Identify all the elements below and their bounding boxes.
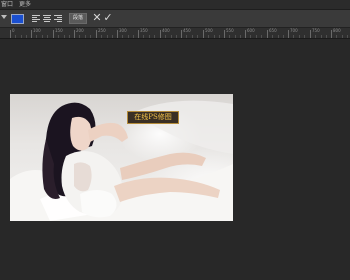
horizontal-ruler: 0 100 150 200 250 300 350 400 450 500 550 600 650 700… bbox=[0, 28, 350, 39]
ruler-major-tick bbox=[310, 30, 311, 38]
ruler-major-tick bbox=[181, 30, 182, 38]
ruler-minor-tick bbox=[128, 35, 129, 38]
ruler-major-tick bbox=[138, 30, 139, 38]
ruler-major-tick bbox=[117, 30, 118, 38]
ruler-major-tick bbox=[160, 30, 161, 38]
ruler-minor-tick bbox=[342, 35, 343, 38]
ruler-minor-tick bbox=[261, 35, 262, 38]
ruler-minor-tick bbox=[15, 35, 16, 38]
ruler-tick-label: 250 bbox=[98, 28, 106, 33]
ruler-minor-tick bbox=[299, 35, 300, 38]
ruler-major-tick bbox=[53, 30, 54, 38]
ruler-major-tick bbox=[267, 30, 268, 38]
ruler-tick-label: 300 bbox=[119, 28, 127, 33]
ruler-major-tick bbox=[10, 30, 11, 38]
ruler-minor-tick bbox=[21, 35, 22, 38]
ruler-minor-tick bbox=[326, 35, 327, 38]
ruler-minor-tick bbox=[107, 35, 108, 38]
menu-bar: 窗口 更多 bbox=[0, 0, 350, 10]
ruler-minor-tick bbox=[235, 35, 236, 38]
ruler-minor-tick bbox=[149, 35, 150, 38]
ruler-minor-tick bbox=[90, 35, 91, 38]
ruler-tick-label: 650 bbox=[269, 28, 277, 33]
align-center-icon[interactable] bbox=[43, 15, 51, 23]
ruler-minor-tick bbox=[208, 35, 209, 38]
ruler-minor-tick bbox=[304, 35, 305, 38]
ruler-minor-tick bbox=[58, 35, 59, 38]
ruler-tick-label: 350 bbox=[140, 28, 148, 33]
ruler-minor-tick bbox=[347, 35, 348, 38]
ruler-minor-tick bbox=[171, 35, 172, 38]
ruler-minor-tick bbox=[101, 35, 102, 38]
ruler-major-tick bbox=[96, 30, 97, 38]
ruler-minor-tick bbox=[133, 35, 134, 38]
paragraph-button[interactable]: 段落 bbox=[69, 13, 87, 24]
ruler-minor-tick bbox=[321, 35, 322, 38]
ruler-tick-label: 700 bbox=[290, 28, 298, 33]
ruler-minor-tick bbox=[192, 35, 193, 38]
ruler-tick-label: 0 bbox=[12, 28, 15, 33]
photo-image[interactable] bbox=[10, 94, 233, 221]
ruler-minor-tick bbox=[283, 35, 284, 38]
align-left-icon[interactable] bbox=[32, 15, 40, 23]
ruler-minor-tick bbox=[256, 35, 257, 38]
ruler-tick-label: 600 bbox=[247, 28, 255, 33]
text-color-swatch[interactable] bbox=[11, 14, 24, 24]
ruler-minor-tick bbox=[250, 35, 251, 38]
ruler-minor-tick bbox=[214, 35, 215, 38]
ruler-minor-tick bbox=[278, 35, 279, 38]
ruler-tick-label: 750 bbox=[312, 28, 320, 33]
ruler-minor-tick bbox=[112, 35, 113, 38]
ruler-minor-tick bbox=[85, 35, 86, 38]
ruler-tick-label: 400 bbox=[162, 28, 170, 33]
ruler-tick-label: 450 bbox=[183, 28, 191, 33]
ruler-minor-tick bbox=[229, 35, 230, 38]
ruler-minor-tick bbox=[293, 35, 294, 38]
ruler-tick-label: 150 bbox=[55, 28, 63, 33]
ruler-minor-tick bbox=[219, 35, 220, 38]
ruler-minor-tick bbox=[143, 35, 144, 38]
ruler-major-tick bbox=[203, 30, 204, 38]
ruler-major-tick bbox=[245, 30, 246, 38]
ruler-minor-tick bbox=[315, 35, 316, 38]
chevron-down-icon[interactable] bbox=[1, 15, 7, 19]
ruler-major-tick bbox=[31, 30, 32, 38]
ruler-major-tick bbox=[288, 30, 289, 38]
options-bar: 段落 ✕ ✓ bbox=[0, 10, 350, 28]
ruler-minor-tick bbox=[79, 35, 80, 38]
ruler-minor-tick bbox=[154, 35, 155, 38]
align-right-icon[interactable] bbox=[54, 15, 62, 23]
ruler-minor-tick bbox=[336, 35, 337, 38]
ruler-minor-tick bbox=[197, 35, 198, 38]
ruler-tick-label: 200 bbox=[76, 28, 84, 33]
ruler-tick-label: 100 bbox=[33, 28, 41, 33]
menu-window[interactable]: 窗口 bbox=[1, 0, 13, 9]
ruler-major-tick bbox=[331, 30, 332, 38]
ruler-tick-label: 550 bbox=[226, 28, 234, 33]
check-icon[interactable]: ✓ bbox=[102, 12, 114, 24]
ruler-minor-tick bbox=[122, 35, 123, 38]
ruler-minor-tick bbox=[186, 35, 187, 38]
ruler-major-tick bbox=[74, 30, 75, 38]
menu-more[interactable]: 更多 bbox=[19, 0, 31, 9]
ruler-minor-tick bbox=[47, 35, 48, 38]
ruler-tick-label: 500 bbox=[205, 28, 213, 33]
ruler-minor-tick bbox=[240, 35, 241, 38]
ruler-minor-tick bbox=[69, 35, 70, 38]
ruler-tick-label: 800 bbox=[333, 28, 341, 33]
watermark-text-box[interactable]: 在线PS修图 bbox=[127, 111, 179, 124]
ruler-minor-tick bbox=[176, 35, 177, 38]
ruler-major-tick bbox=[224, 30, 225, 38]
ruler-minor-tick bbox=[165, 35, 166, 38]
ruler-minor-tick bbox=[42, 35, 43, 38]
ruler-minor-tick bbox=[64, 35, 65, 38]
ruler-minor-tick bbox=[26, 35, 27, 38]
ruler-minor-tick bbox=[36, 35, 37, 38]
ruler-minor-tick bbox=[272, 35, 273, 38]
